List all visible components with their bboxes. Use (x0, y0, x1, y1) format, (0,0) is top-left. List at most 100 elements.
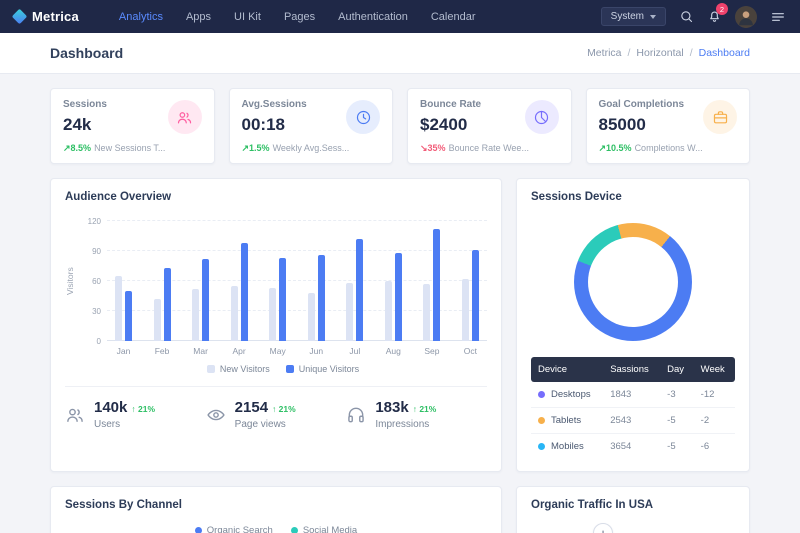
bar-unique-visitors (472, 250, 479, 341)
breadcrumb-item-horizontal[interactable]: Horizontal (636, 47, 683, 59)
bar-group-may[interactable] (269, 258, 286, 341)
clock-icon (355, 109, 372, 126)
main-content: Sessions24k↗8.5%New Sessions T...Avg.Ses… (0, 74, 800, 533)
legend-swatch (286, 365, 294, 373)
bar-unique-visitors (318, 255, 325, 341)
y-tick-label: 90 (79, 247, 101, 256)
nav-item-apps[interactable]: Apps (186, 11, 211, 23)
device-table-body: Desktops 1843-3-12Tablets2543-5-2Mobiles3… (531, 382, 735, 459)
device-name: Desktops (551, 389, 591, 400)
bar-group-oct[interactable] (462, 250, 479, 341)
x-axis-label: Oct (462, 346, 479, 356)
briefcase-icon (703, 100, 737, 134)
audience-bar-chart: Visitors 1209060300 JanFebMarAprMayJunJu… (65, 221, 487, 374)
nav-item-ui-kit[interactable]: UI Kit (234, 11, 261, 23)
y-tick-label: 0 (79, 337, 101, 346)
bar-group-jan[interactable] (115, 276, 132, 341)
x-axis-label: Jan (115, 346, 132, 356)
headphones-icon (346, 405, 366, 425)
stat-card-avg-sessions: Avg.Sessions00:18↗1.5%Weekly Avg.Sess... (229, 88, 394, 164)
bar-unique-visitors (356, 239, 363, 341)
users-icon (65, 405, 85, 425)
brand-logo[interactable]: Metrica (14, 9, 79, 24)
audience-stat-page-views: 2154↑ 21%Page views (206, 399, 347, 430)
bar-group-aug[interactable] (385, 253, 402, 341)
legend-swatch (207, 365, 215, 373)
device-table-header-day: Day (660, 357, 694, 382)
brand-diamond-icon (12, 9, 28, 25)
stat-cards-row: Sessions24k↗8.5%New Sessions T...Avg.Ses… (50, 88, 750, 164)
breadcrumb-item-metrica[interactable]: Metrica (587, 47, 621, 59)
system-dropdown-label: System (611, 11, 644, 22)
device-sassions: 1843 (603, 382, 660, 408)
stat-delta: ↑ 21% (272, 404, 296, 414)
chart-legend: New Visitors Unique Visitors (79, 364, 487, 374)
device-sassions: 3654 (603, 434, 660, 460)
audience-card-title: Audience Overview (65, 191, 487, 203)
users-icon (176, 109, 193, 126)
legend-item-unique-visitors[interactable]: Unique Visitors (286, 364, 359, 374)
bar-group-mar[interactable] (192, 259, 209, 341)
device-table-row-desktops[interactable]: Desktops 1843-3-12 (531, 382, 735, 408)
sessions-device-card: Sessions Device DeviceSassionsDayWeek De… (516, 178, 750, 472)
page-title: Dashboard (50, 45, 123, 61)
hamburger-icon (770, 9, 786, 25)
legend-label: New Visitors (220, 364, 270, 374)
device-day: -5 (660, 408, 694, 434)
legend-label: Social Media (303, 525, 357, 533)
map-zoom-in-button[interactable]: + (593, 523, 613, 533)
stat-value: 183k (375, 399, 408, 416)
notifications-button[interactable]: 2 (707, 9, 722, 24)
stat-delta: ↑ 21% (131, 404, 155, 414)
bar-group-jul[interactable] (346, 239, 363, 341)
breadcrumb-separator: / (628, 47, 631, 59)
bar-group-apr[interactable] (231, 243, 248, 341)
device-table-row-mobiles[interactable]: Mobiles3654-5-6 (531, 434, 735, 460)
channel-legend-item-organic-search[interactable]: Organic Search (195, 525, 273, 533)
y-tick-label: 60 (79, 277, 101, 286)
x-axis-label: Aug (385, 346, 402, 356)
legend-item-new-visitors[interactable]: New Visitors (207, 364, 270, 374)
bar-new-visitors (231, 286, 238, 341)
stat-label: Impressions (375, 419, 436, 430)
bar-unique-visitors (433, 229, 440, 341)
system-dropdown[interactable]: System (601, 7, 666, 26)
eye-icon (206, 405, 226, 425)
device-day: -3 (660, 382, 694, 408)
bar-new-visitors (462, 279, 469, 341)
bar-new-visitors (346, 283, 353, 341)
stat-card-title: Avg.Sessions (242, 99, 307, 110)
device-week: -12 (694, 382, 735, 408)
stat-value: 140k (94, 399, 127, 416)
x-axis-label: Jun (308, 346, 325, 356)
device-table-row-tablets[interactable]: Tablets2543-5-2 (531, 408, 735, 434)
nav-item-pages[interactable]: Pages (284, 11, 315, 23)
nav-item-analytics[interactable]: Analytics (119, 11, 163, 23)
bar-group-feb[interactable] (154, 268, 171, 341)
legend-label: Unique Visitors (299, 364, 359, 374)
top-navbar: Metrica Analytics Apps UI Kit Pages Authenti… (0, 0, 800, 33)
bar-new-visitors (192, 289, 199, 341)
sessions-device-donut-chart[interactable] (574, 223, 692, 341)
chevron-down-icon (650, 15, 656, 19)
breadcrumb-item-dashboard[interactable]: Dashboard (699, 47, 750, 59)
legend-label: Organic Search (207, 525, 273, 533)
traffic-card-title: Organic Traffic In USA (531, 499, 735, 511)
channel-legend-item-social-media[interactable]: Social Media (291, 525, 357, 533)
bar-group-jun[interactable] (308, 255, 325, 341)
nav-item-calendar[interactable]: Calendar (431, 11, 476, 23)
avatar-icon (735, 6, 757, 28)
menu-toggle-button[interactable] (770, 9, 786, 25)
device-dot (538, 443, 545, 450)
device-table-header-device: Device (531, 357, 603, 382)
bar-new-visitors (385, 281, 392, 341)
user-avatar[interactable] (735, 6, 757, 28)
nav-item-authentication[interactable]: Authentication (338, 11, 408, 23)
search-button[interactable] (679, 9, 694, 24)
bar-group-sep[interactable] (423, 229, 440, 341)
brand-name: Metrica (32, 9, 79, 24)
breadcrumb-separator: / (690, 47, 693, 59)
channel-legend: Organic Search Social Media (65, 525, 487, 533)
x-axis-label: May (269, 346, 286, 356)
sessions-by-channel-card: Sessions By Channel Organic SearchSocial… (50, 486, 502, 533)
